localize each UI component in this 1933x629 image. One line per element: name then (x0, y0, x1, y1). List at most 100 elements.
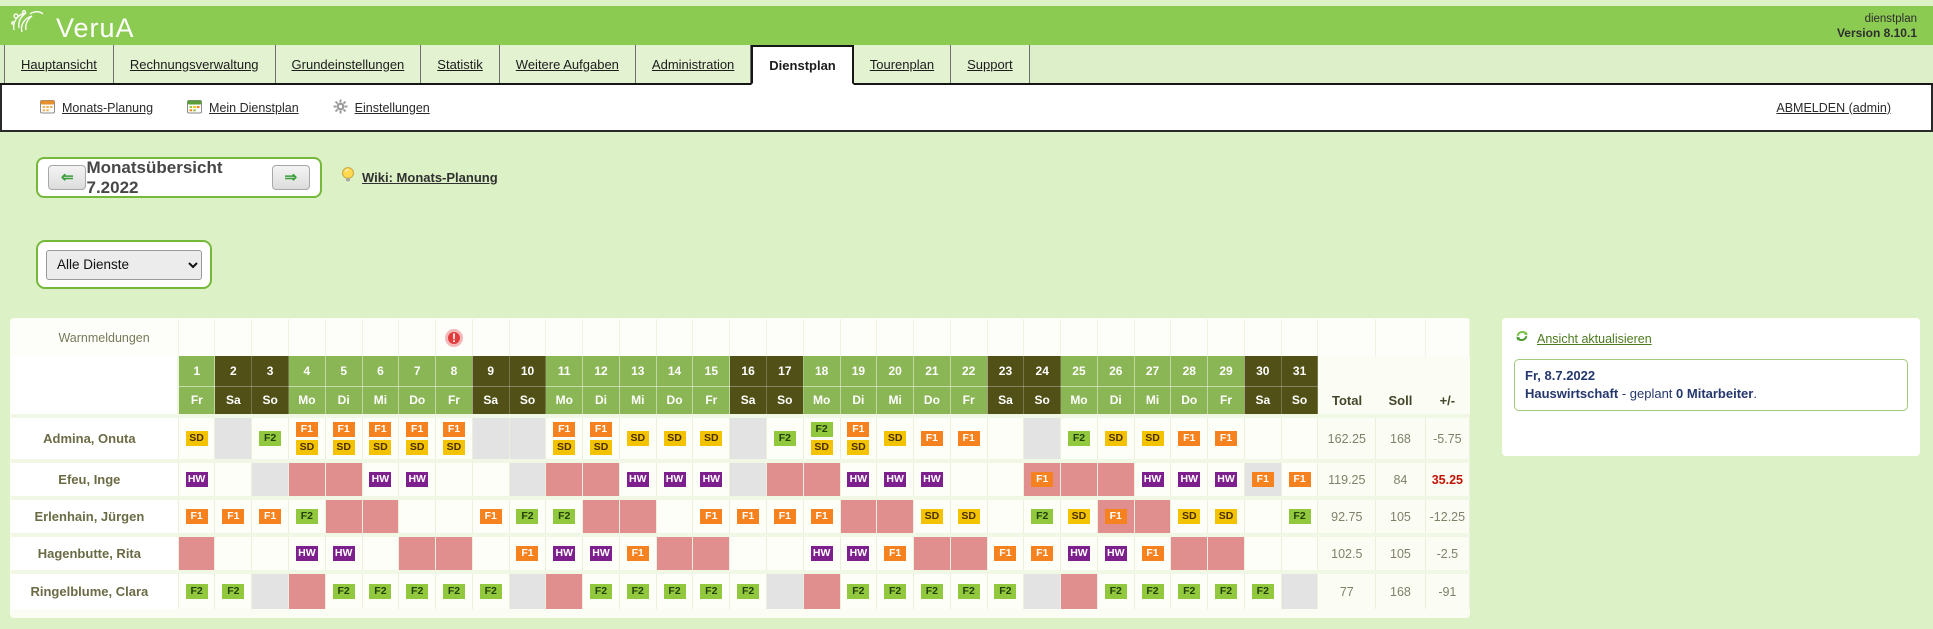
day-header-7[interactable]: 7 (399, 356, 436, 386)
roster-cell-day-15[interactable] (693, 535, 730, 572)
shift-badge-hw[interactable]: HW (1142, 472, 1164, 487)
shift-badge-sd[interactable]: SD (921, 509, 943, 524)
day-header-19[interactable]: 19 (840, 356, 877, 386)
shift-badge-f2[interactable]: F2 (664, 584, 686, 599)
day-header-28[interactable]: 28 (1171, 356, 1208, 386)
roster-cell-day-7[interactable] (399, 535, 436, 572)
roster-cell-day-28[interactable]: SD (1171, 498, 1208, 535)
shift-badge-hw[interactable]: HW (664, 472, 686, 487)
shift-badge-hw[interactable]: HW (921, 472, 943, 487)
shift-badge-f1[interactable]: F1 (994, 546, 1016, 561)
roster-cell-day-30[interactable] (1244, 498, 1281, 535)
roster-cell-day-22[interactable]: F2 (950, 572, 987, 609)
roster-cell-day-28[interactable] (1171, 535, 1208, 572)
roster-cell-day-5[interactable]: HW (325, 535, 362, 572)
roster-cell-day-16[interactable] (730, 535, 767, 572)
roster-cell-day-23[interactable]: F2 (987, 572, 1024, 609)
tab-tourenplan[interactable]: Tourenplan (854, 45, 951, 83)
roster-cell-day-14[interactable]: SD (656, 416, 693, 461)
shift-badge-f1[interactable]: F1 (553, 422, 575, 437)
shift-badge-f1[interactable]: F1 (774, 509, 796, 524)
roster-cell-day-13[interactable]: HW (619, 461, 656, 498)
shift-badge-f1[interactable]: F1 (516, 546, 538, 561)
roster-cell-day-25[interactable] (1061, 461, 1098, 498)
shift-badge-sd[interactable]: SD (1178, 509, 1200, 524)
roster-cell-day-14[interactable]: HW (656, 461, 693, 498)
roster-cell-day-18[interactable]: F1 (803, 498, 840, 535)
shift-badge-f1[interactable]: F1 (590, 422, 612, 437)
shift-badge-sd[interactable]: SD (958, 509, 980, 524)
shift-badge-f1[interactable]: F1 (369, 422, 391, 437)
shift-badge-f1[interactable]: F1 (406, 422, 428, 437)
roster-cell-day-17[interactable]: F1 (766, 498, 803, 535)
shift-badge-sd[interactable]: SD (443, 440, 465, 455)
roster-cell-day-28[interactable]: F2 (1171, 572, 1208, 609)
shift-badge-hw[interactable]: HW (1105, 546, 1127, 561)
roster-cell-day-16[interactable]: F2 (730, 572, 767, 609)
roster-cell-day-20[interactable]: F2 (877, 572, 914, 609)
day-header-9[interactable]: 9 (472, 356, 509, 386)
roster-cell-day-1[interactable]: F1 (178, 498, 215, 535)
refresh-icon[interactable] (1514, 328, 1530, 349)
roster-cell-day-26[interactable]: SD (1097, 416, 1134, 461)
roster-cell-day-19[interactable]: HW (840, 535, 877, 572)
shift-badge-f2[interactable]: F2 (994, 584, 1016, 599)
roster-cell-day-7[interactable] (399, 498, 436, 535)
roster-cell-day-1[interactable]: HW (178, 461, 215, 498)
roster-cell-day-16[interactable] (730, 416, 767, 461)
roster-cell-day-3[interactable]: F1 (252, 498, 289, 535)
roster-cell-day-8[interactable] (436, 535, 473, 572)
roster-cell-day-25[interactable]: F2 (1061, 416, 1098, 461)
roster-cell-day-21[interactable]: F1 (914, 416, 951, 461)
roster-cell-day-10[interactable]: F1 (509, 535, 546, 572)
day-header-8[interactable]: 8 (436, 356, 473, 386)
employee-name[interactable]: Erlenhain, Jürgen (11, 498, 178, 535)
roster-cell-day-7[interactable]: HW (399, 461, 436, 498)
shift-badge-sd[interactable]: SD (1142, 431, 1164, 446)
roster-cell-day-21[interactable] (914, 535, 951, 572)
shift-badge-f2[interactable]: F2 (296, 509, 318, 524)
roster-cell-day-13[interactable]: F2 (619, 572, 656, 609)
roster-cell-day-24[interactable] (1024, 572, 1061, 609)
roster-cell-day-24[interactable] (1024, 416, 1061, 461)
roster-cell-day-2[interactable]: F2 (215, 572, 252, 609)
roster-cell-day-12[interactable]: HW (583, 535, 620, 572)
day-header-13[interactable]: 13 (619, 356, 656, 386)
roster-cell-day-14[interactable] (656, 535, 693, 572)
roster-cell-day-14[interactable]: F2 (656, 572, 693, 609)
shift-badge-f2[interactable]: F2 (259, 431, 281, 446)
day-header-16[interactable]: 16 (730, 356, 767, 386)
roster-cell-day-21[interactable]: SD (914, 498, 951, 535)
roster-cell-day-23[interactable]: F1 (987, 535, 1024, 572)
roster-cell-day-7[interactable]: F2 (399, 572, 436, 609)
shift-badge-sd[interactable]: SD (553, 440, 575, 455)
roster-cell-day-20[interactable] (877, 498, 914, 535)
roster-cell-day-3[interactable]: F2 (252, 416, 289, 461)
shift-badge-hw[interactable]: HW (296, 546, 318, 561)
day-header-2[interactable]: 2 (215, 356, 252, 386)
shift-badge-f2[interactable]: F2 (186, 584, 208, 599)
shift-badge-hw[interactable]: HW (553, 546, 575, 561)
roster-cell-day-9[interactable] (472, 416, 509, 461)
roster-cell-day-11[interactable]: F1 SD (546, 416, 583, 461)
day-header-1[interactable]: 1 (178, 356, 215, 386)
roster-cell-day-10[interactable] (509, 572, 546, 609)
shift-badge-f1[interactable]: F1 (1178, 431, 1200, 446)
shift-badge-sd[interactable]: SD (333, 440, 355, 455)
toolbar-link-einstellungen[interactable]: Einstellungen (333, 99, 430, 117)
shift-badge-f2[interactable]: F2 (737, 584, 759, 599)
day-header-20[interactable]: 20 (877, 356, 914, 386)
roster-cell-day-4[interactable]: F1SD (289, 416, 326, 461)
roster-cell-day-10[interactable] (509, 461, 546, 498)
roster-cell-day-10[interactable]: F2 (509, 498, 546, 535)
roster-cell-day-21[interactable]: F2 (914, 572, 951, 609)
roster-cell-day-22[interactable]: SD (950, 498, 987, 535)
shift-badge-hw[interactable]: HW (369, 472, 391, 487)
roster-cell-day-2[interactable] (215, 461, 252, 498)
roster-cell-day-20[interactable]: HW (877, 461, 914, 498)
roster-cell-day-29[interactable]: F2 (1208, 572, 1245, 609)
roster-cell-day-24[interactable]: F2 (1024, 498, 1061, 535)
roster-cell-day-26[interactable] (1097, 461, 1134, 498)
roster-cell-day-7[interactable]: F1SD (399, 416, 436, 461)
shift-badge-f1[interactable]: F1 (1105, 509, 1127, 524)
